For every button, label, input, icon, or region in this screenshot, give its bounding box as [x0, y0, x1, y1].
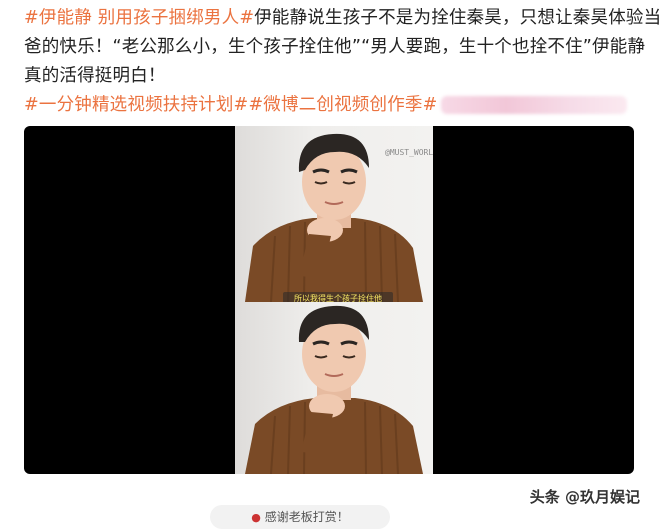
video-watermark: @MUST_WORLD [385, 148, 433, 157]
author-watermark: 头条 @玖月娱记 [529, 488, 640, 506]
gift-icon: ● [251, 511, 261, 524]
blurred-hashtag [441, 96, 628, 114]
video-frame-top: @MUST_WORLD 所以我得生个孩子拴住他 [235, 126, 433, 302]
video-player[interactable]: @MUST_WORLD 所以我得生个孩子拴住他 [24, 126, 634, 474]
post-body-line-1: 伊能静说生孩子不是为拴住秦昊，只想让秦昊体验当 [254, 8, 660, 28]
post-line-4: #一分钟精选视频扶持计划##微博二创视频创作季# [24, 91, 644, 120]
reward-label: 感谢老板打赏！ [264, 510, 349, 524]
man-portrait-image [245, 305, 423, 474]
reward-button[interactable]: ● 感谢老板打赏！ [210, 505, 390, 529]
hashtag-weibo-creation[interactable]: #微博二创视频创作季# [248, 95, 437, 115]
video-subtitle: 所以我得生个孩子拴住他 [283, 292, 393, 302]
post-line-1: #伊能静 别用孩子捆绑男人#伊能静说生孩子不是为拴住秦昊，只想让秦昊体验当 [24, 4, 660, 33]
post-text: #伊能静 别用孩子捆绑男人#伊能静说生孩子不是为拴住秦昊，只想让秦昊体验当 爸的… [24, 4, 660, 120]
video-frame-bottom [235, 302, 433, 474]
post-line-2: 爸的快乐！“老公那么小，生个孩子拴住他”“男人要跑，生十个也拴不住”伊能静 [24, 37, 646, 57]
hashtag-yinengjing[interactable]: #伊能静 别用孩子捆绑男人# [24, 8, 254, 28]
post-line-3: 真的活得挺明白！ [24, 66, 166, 86]
hashtag-one-minute-video[interactable]: #一分钟精选视频扶持计划# [24, 95, 248, 115]
